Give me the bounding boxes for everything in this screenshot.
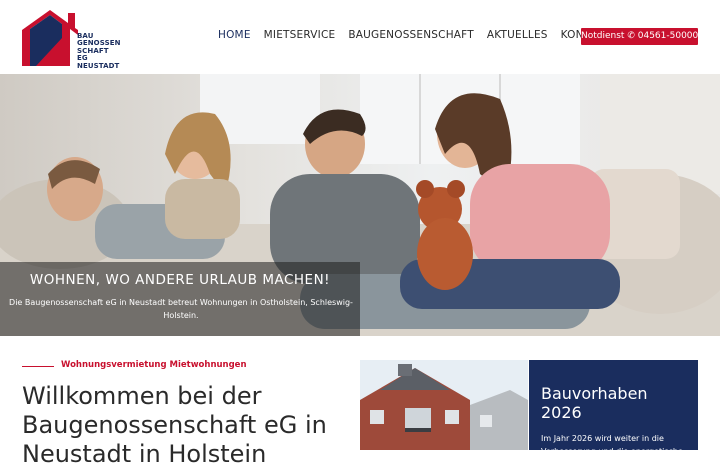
notdienst-button[interactable]: Notdienst ✆ 04561-50000 xyxy=(581,28,698,45)
intro-eyebrow: Wohnungsvermietung Mietwohnungen xyxy=(61,360,247,370)
welcome-heading: Willkommen bei der Baugenossenschaft eG … xyxy=(22,382,327,468)
eyebrow-divider xyxy=(22,366,54,367)
bauvorhaben-text: Im Jahr 2026 wird weiter in die Verbesse… xyxy=(541,434,683,450)
nav-aktuelles[interactable]: AKTUELLES xyxy=(487,29,548,41)
logo-text: BAU GENOSSEN SCHAFT EG NEUSTADT xyxy=(77,32,121,70)
bauvorhaben-card[interactable]: Bauvorhaben 2026 Im Jahr 2026 wird weite… xyxy=(529,360,698,450)
notdienst-label: Notdienst xyxy=(581,31,625,41)
hero-banner: WOHNEN, WO ANDERE URLAUB MACHEN! Die Bau… xyxy=(0,74,720,336)
site-header: BAU GENOSSEN SCHAFT EG NEUSTADT HOME MIE… xyxy=(0,0,720,74)
hero-title: WOHNEN, WO ANDERE URLAUB MACHEN! xyxy=(29,272,331,288)
building-photo xyxy=(360,360,528,450)
house-logo-icon xyxy=(22,10,78,66)
hero-caption: WOHNEN, WO ANDERE URLAUB MACHEN! Die Bau… xyxy=(0,262,360,336)
bauvorhaben-title: Bauvorhaben 2026 xyxy=(541,384,648,422)
phone-icon: ✆ xyxy=(627,31,635,41)
notdienst-phone: 04561-50000 xyxy=(637,31,699,41)
hero-subtitle: Die Baugenossenschaft eG in Neustadt bet… xyxy=(9,298,353,320)
nav-home[interactable]: HOME xyxy=(218,29,251,41)
building-image xyxy=(360,360,528,450)
nav-baugenossenschaft[interactable]: BAUGENOSSENSCHAFT xyxy=(348,29,474,41)
logo[interactable]: BAU GENOSSEN SCHAFT EG NEUSTADT xyxy=(22,8,122,70)
nav-mietservice[interactable]: MIETSERVICE xyxy=(264,29,336,41)
main-nav: HOME MIETSERVICE BAUGENOSSENSCHAFT AKTUE… xyxy=(218,29,623,41)
